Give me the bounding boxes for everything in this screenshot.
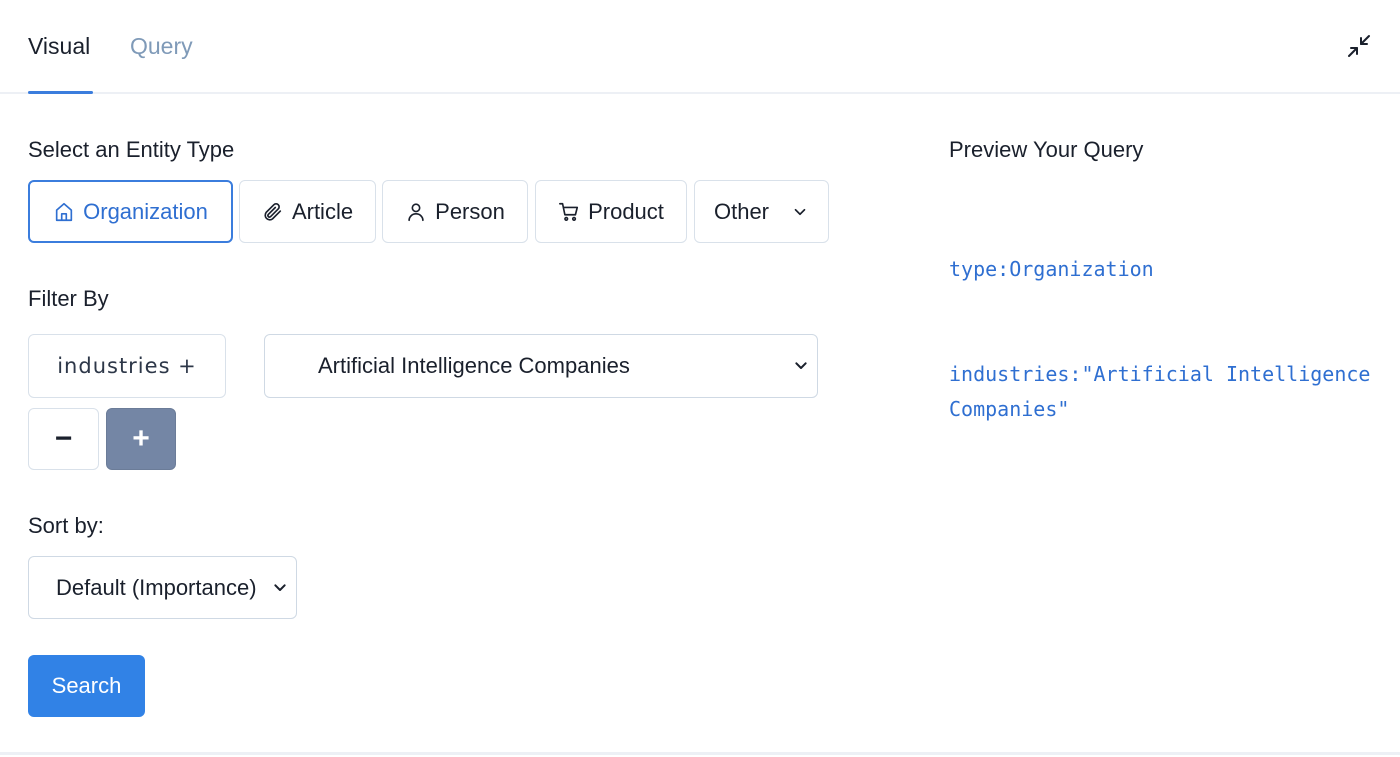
entity-organization-button[interactable]: Organization: [28, 180, 233, 243]
chevron-down-icon: [795, 362, 807, 369]
filter-value-select[interactable]: Artificial Intelligence Companies: [264, 334, 818, 398]
chevron-down-icon: [794, 208, 806, 215]
query-builder-panel: Visual Query Select an Entity Type Organ…: [0, 0, 1400, 757]
filter-value-text: Artificial Intelligence Companies: [318, 353, 630, 378]
plus-icon: +: [132, 422, 150, 455]
add-filter-button[interactable]: +: [106, 408, 176, 470]
filter-key-button[interactable]: industries +: [28, 334, 226, 398]
entity-article-label: Article: [291, 198, 354, 224]
search-button-label: Search: [51, 673, 122, 698]
paperclip-icon: [264, 202, 282, 221]
query-line-type: type:Organization: [949, 257, 1154, 281]
query-line-industries: industries:"Artificial Intelligence Comp…: [949, 362, 1383, 421]
query-preview: type:Organization industries:"Artificial…: [949, 182, 1379, 497]
entity-person-button[interactable]: Person: [382, 180, 528, 243]
remove-filter-button[interactable]: −: [28, 408, 99, 470]
entity-organization-label: Organization: [83, 198, 208, 224]
collapse-arrows-icon: [1348, 35, 1370, 57]
search-button[interactable]: Search: [28, 655, 145, 717]
tab-query[interactable]: Query: [130, 33, 193, 60]
tab-bar: Visual Query: [0, 0, 1400, 94]
sort-value-text: Default (Importance): [56, 574, 257, 600]
filter-by-label: Filter By: [28, 286, 109, 311]
filter-key-label: industries +: [57, 354, 197, 378]
home-icon: [55, 202, 73, 221]
entity-type-label: Select an Entity Type: [28, 137, 235, 162]
cart-icon: [559, 202, 579, 221]
collapse-button[interactable]: [1346, 33, 1372, 59]
active-tab-indicator: [28, 91, 93, 94]
entity-other-label: Other: [713, 198, 770, 224]
sort-by-label: Sort by:: [28, 513, 104, 538]
tab-visual[interactable]: Visual: [28, 33, 90, 60]
entity-other-dropdown[interactable]: Other: [694, 180, 829, 243]
minus-icon: −: [54, 422, 73, 455]
entity-product-button[interactable]: Product: [535, 180, 687, 243]
preview-label: Preview Your Query: [949, 137, 1144, 162]
person-icon: [408, 202, 424, 221]
chevron-down-icon: [274, 583, 286, 591]
entity-article-button[interactable]: Article: [239, 180, 376, 243]
entity-product-label: Product: [588, 198, 664, 224]
entity-person-label: Person: [435, 198, 505, 224]
sort-select[interactable]: Default (Importance): [28, 556, 297, 619]
bottom-divider: [0, 752, 1400, 755]
